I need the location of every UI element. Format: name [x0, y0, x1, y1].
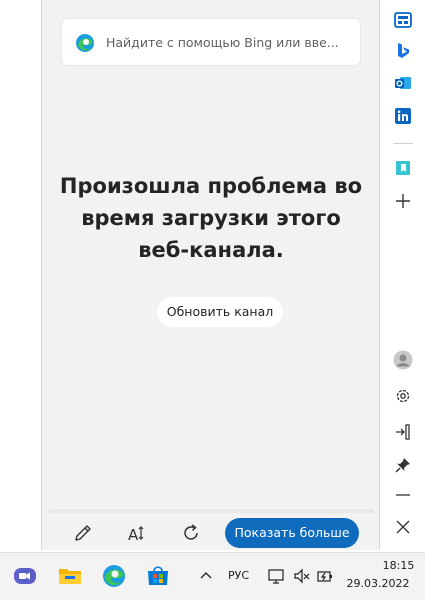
- edge-sidebar-panel: Найдите с помощью Bing или вве... Произо…: [41, 0, 380, 550]
- bookmark-app-icon[interactable]: [393, 158, 413, 178]
- pencil-icon[interactable]: [72, 522, 94, 544]
- close-icon[interactable]: [393, 517, 413, 537]
- edge-logo-icon: [76, 34, 94, 52]
- search-input[interactable]: Найдите с помощью Bing или вве...: [61, 18, 361, 66]
- edge-right-sidebar: [381, 0, 425, 552]
- store-icon[interactable]: [145, 563, 171, 589]
- speaker-muted-icon[interactable]: [293, 567, 311, 585]
- avatar[interactable]: [393, 350, 413, 370]
- outlook-icon[interactable]: [393, 73, 413, 93]
- language-indicator[interactable]: РУС: [228, 569, 249, 582]
- windows-taskbar: РУС 18:15 29.03.2022: [0, 552, 425, 600]
- pin-icon[interactable]: [393, 455, 413, 475]
- refresh-icon[interactable]: [180, 522, 202, 544]
- clock-time[interactable]: 18:15: [376, 559, 421, 572]
- linkedin-icon[interactable]: [393, 106, 413, 126]
- file-explorer-icon[interactable]: [57, 563, 83, 589]
- svg-text:A: A: [128, 526, 139, 544]
- edge-icon[interactable]: [101, 563, 127, 589]
- settings-icon[interactable]: [393, 386, 413, 406]
- reload-feed-button[interactable]: Обновить канал: [157, 297, 283, 327]
- text-size-icon[interactable]: A: [126, 522, 148, 544]
- chevron-up-icon[interactable]: [197, 567, 215, 585]
- bottom-toolbar: A Показать больше: [42, 514, 379, 550]
- news-icon[interactable]: [393, 10, 413, 30]
- dock-icon[interactable]: [393, 422, 413, 442]
- add-icon[interactable]: [393, 191, 413, 211]
- bottom-divider: [48, 509, 374, 513]
- show-more-button[interactable]: Показать больше: [225, 518, 359, 548]
- sidebar-divider: [393, 143, 413, 144]
- minimize-icon[interactable]: [393, 485, 413, 505]
- bing-icon[interactable]: [393, 41, 413, 61]
- desktop-background: [0, 0, 41, 552]
- teams-chat-icon[interactable]: [12, 563, 38, 589]
- search-placeholder: Найдите с помощью Bing или вве...: [106, 35, 339, 50]
- display-icon[interactable]: [267, 567, 285, 585]
- feed-error-message: Произошла проблема во время загрузки это…: [59, 174, 363, 262]
- clock-date[interactable]: 29.03.2022: [346, 577, 410, 590]
- battery-charging-icon[interactable]: [316, 567, 334, 585]
